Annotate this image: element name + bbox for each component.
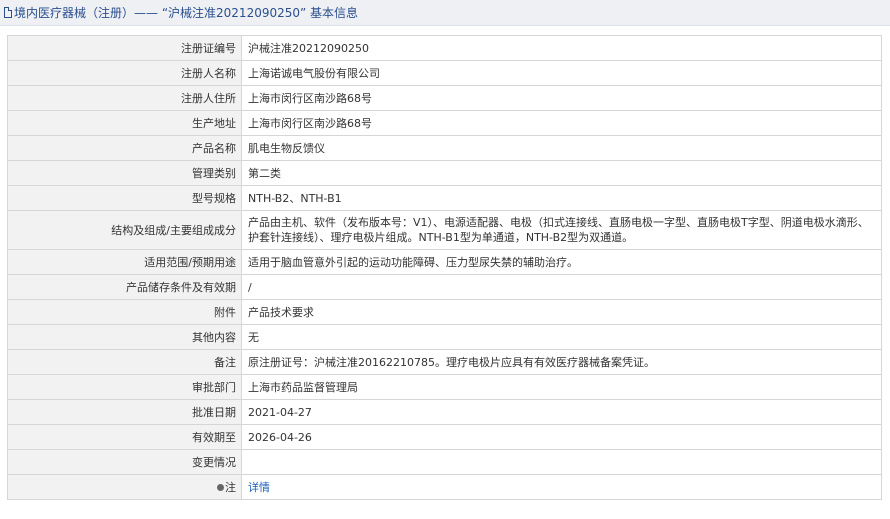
row-label: 生产地址 — [7, 110, 242, 136]
note-label: 注 — [225, 480, 236, 494]
row-label: 结构及组成/主要组成成分 — [7, 210, 242, 250]
row-label: 变更情况 — [7, 449, 242, 475]
row-value: 肌电生物反馈仪 — [241, 135, 882, 161]
table-row: 注 详情 — [7, 474, 882, 500]
row-label: 注册人住所 — [7, 85, 242, 111]
table-row: 审批部门 上海市药品监督管理局 — [7, 374, 882, 400]
page-title: 境内医疗器械（注册）—— “沪械注准20212090250” 基本信息 — [14, 6, 359, 20]
row-label: 有效期至 — [7, 424, 242, 450]
row-value: 上海市药品监督管理局 — [241, 374, 882, 400]
note-label-cell: 注 — [7, 474, 242, 500]
row-label: 批准日期 — [7, 399, 242, 425]
pin-icon — [217, 483, 224, 491]
row-value: 2021-04-27 — [241, 399, 882, 425]
table-row: 注册证编号 沪械注准20212090250 — [7, 35, 882, 61]
row-label: 其他内容 — [7, 324, 242, 350]
row-label: 管理类别 — [7, 160, 242, 186]
row-label: 适用范围/预期用途 — [7, 249, 242, 275]
row-value: 适用于脑血管意外引起的运动功能障碍、压力型尿失禁的辅助治疗。 — [241, 249, 882, 275]
row-label: 审批部门 — [7, 374, 242, 400]
row-value: 沪械注准20212090250 — [241, 35, 882, 61]
note-value-cell: 详情 — [241, 474, 882, 500]
row-value: 原注册证号：沪械注准20162210785。理疗电极片应具有有效医疗器械备案凭证… — [241, 349, 882, 375]
table-row: 注册人住所 上海市闵行区南沙路68号 — [7, 85, 882, 111]
row-label: 产品名称 — [7, 135, 242, 161]
table-row: 注册人名称 上海诺诚电气股份有限公司 — [7, 60, 882, 86]
table-row: 附件 产品技术要求 — [7, 299, 882, 325]
row-label: 产品储存条件及有效期 — [7, 274, 242, 300]
document-icon — [4, 7, 12, 18]
info-table: 注册证编号 沪械注准20212090250 注册人名称 上海诺诚电气股份有限公司… — [7, 35, 882, 500]
table-row: 批准日期 2021-04-27 — [7, 399, 882, 425]
row-value — [241, 449, 882, 475]
table-row: 变更情况 — [7, 449, 882, 475]
row-label: 注册证编号 — [7, 35, 242, 61]
row-label: 型号规格 — [7, 185, 242, 211]
row-value: 产品由主机、软件（发布版本号：V1）、电源适配器、电极（扣式连接线、直肠电极一字… — [241, 210, 882, 250]
row-value: 上海诺诚电气股份有限公司 — [241, 60, 882, 86]
details-link[interactable]: 详情 — [248, 481, 270, 494]
row-label: 注册人名称 — [7, 60, 242, 86]
row-label: 附件 — [7, 299, 242, 325]
table-row: 备注 原注册证号：沪械注准20162210785。理疗电极片应具有有效医疗器械备… — [7, 349, 882, 375]
table-row: 结构及组成/主要组成成分 产品由主机、软件（发布版本号：V1）、电源适配器、电极… — [7, 210, 882, 250]
row-value: 无 — [241, 324, 882, 350]
row-value: 2026-04-26 — [241, 424, 882, 450]
row-value: / — [241, 274, 882, 300]
row-label: 备注 — [7, 349, 242, 375]
table-row: 适用范围/预期用途 适用于脑血管意外引起的运动功能障碍、压力型尿失禁的辅助治疗。 — [7, 249, 882, 275]
row-value: 上海市闵行区南沙路68号 — [241, 85, 882, 111]
page-title-bar: 境内医疗器械（注册）—— “沪械注准20212090250” 基本信息 — [0, 0, 890, 26]
table-row: 型号规格 NTH-B2、NTH-B1 — [7, 185, 882, 211]
row-value: 上海市闵行区南沙路68号 — [241, 110, 882, 136]
row-value: 第二类 — [241, 160, 882, 186]
table-row: 其他内容 无 — [7, 324, 882, 350]
table-row: 生产地址 上海市闵行区南沙路68号 — [7, 110, 882, 136]
table-row: 管理类别 第二类 — [7, 160, 882, 186]
table-row: 有效期至 2026-04-26 — [7, 424, 882, 450]
table-row: 产品名称 肌电生物反馈仪 — [7, 135, 882, 161]
table-row: 产品储存条件及有效期 / — [7, 274, 882, 300]
row-value: 产品技术要求 — [241, 299, 882, 325]
row-value: NTH-B2、NTH-B1 — [241, 185, 882, 211]
